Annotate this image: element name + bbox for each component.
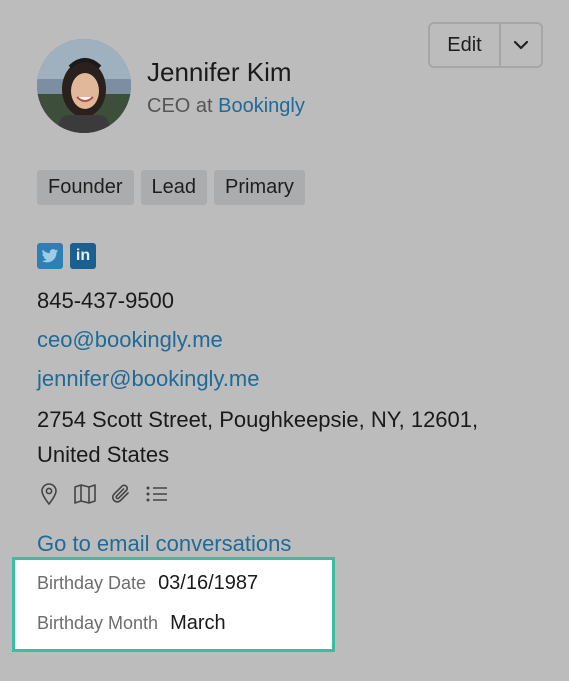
tag[interactable]: Primary bbox=[214, 170, 305, 205]
edit-button[interactable]: Edit bbox=[430, 24, 501, 66]
birthday-month-label: Birthday Month bbox=[37, 613, 159, 633]
chevron-down-icon bbox=[513, 40, 529, 50]
edit-button-group: Edit bbox=[428, 22, 543, 68]
email-conversations-link[interactable]: Go to email conversations bbox=[37, 530, 291, 558]
twitter-icon[interactable] bbox=[37, 243, 63, 269]
list-icon[interactable] bbox=[145, 482, 169, 506]
email-link[interactable]: ceo@bookingly.me bbox=[37, 326, 223, 354]
edit-menu-toggle[interactable] bbox=[501, 24, 541, 66]
birthday-date-field: Birthday Date 03/16/1987 bbox=[37, 572, 258, 595]
social-links: in bbox=[37, 243, 96, 269]
avatar bbox=[37, 39, 131, 133]
address-actions bbox=[37, 482, 169, 506]
contact-name: Jennifer Kim bbox=[147, 57, 292, 87]
linkedin-icon[interactable]: in bbox=[70, 243, 96, 269]
contact-subtitle: CEO at Bookingly bbox=[147, 93, 305, 119]
email-link[interactable]: jennifer@bookingly.me bbox=[37, 365, 259, 393]
birthday-date-label: Birthday Date bbox=[37, 573, 147, 593]
tag[interactable]: Lead bbox=[140, 170, 207, 205]
map-icon[interactable] bbox=[73, 482, 97, 506]
birthday-date-value: 03/16/1987 bbox=[158, 572, 259, 594]
map-pin-icon[interactable] bbox=[37, 482, 61, 506]
address-line-2: United States bbox=[37, 442, 170, 467]
tag-list: Founder Lead Primary bbox=[37, 170, 305, 205]
linkedin-glyph: in bbox=[75, 247, 91, 264]
birthday-month-value: March bbox=[170, 612, 226, 634]
contact-title: CEO at bbox=[147, 95, 213, 117]
paperclip-icon[interactable] bbox=[109, 482, 133, 506]
birthday-month-field: Birthday Month March bbox=[37, 612, 226, 635]
tag[interactable]: Founder bbox=[37, 170, 134, 205]
phone-number[interactable]: 845-437-9500 bbox=[37, 287, 174, 315]
address-line-1: 2754 Scott Street, Poughkeepsie, NY, 126… bbox=[37, 407, 479, 432]
company-link[interactable]: Bookingly bbox=[218, 95, 305, 117]
